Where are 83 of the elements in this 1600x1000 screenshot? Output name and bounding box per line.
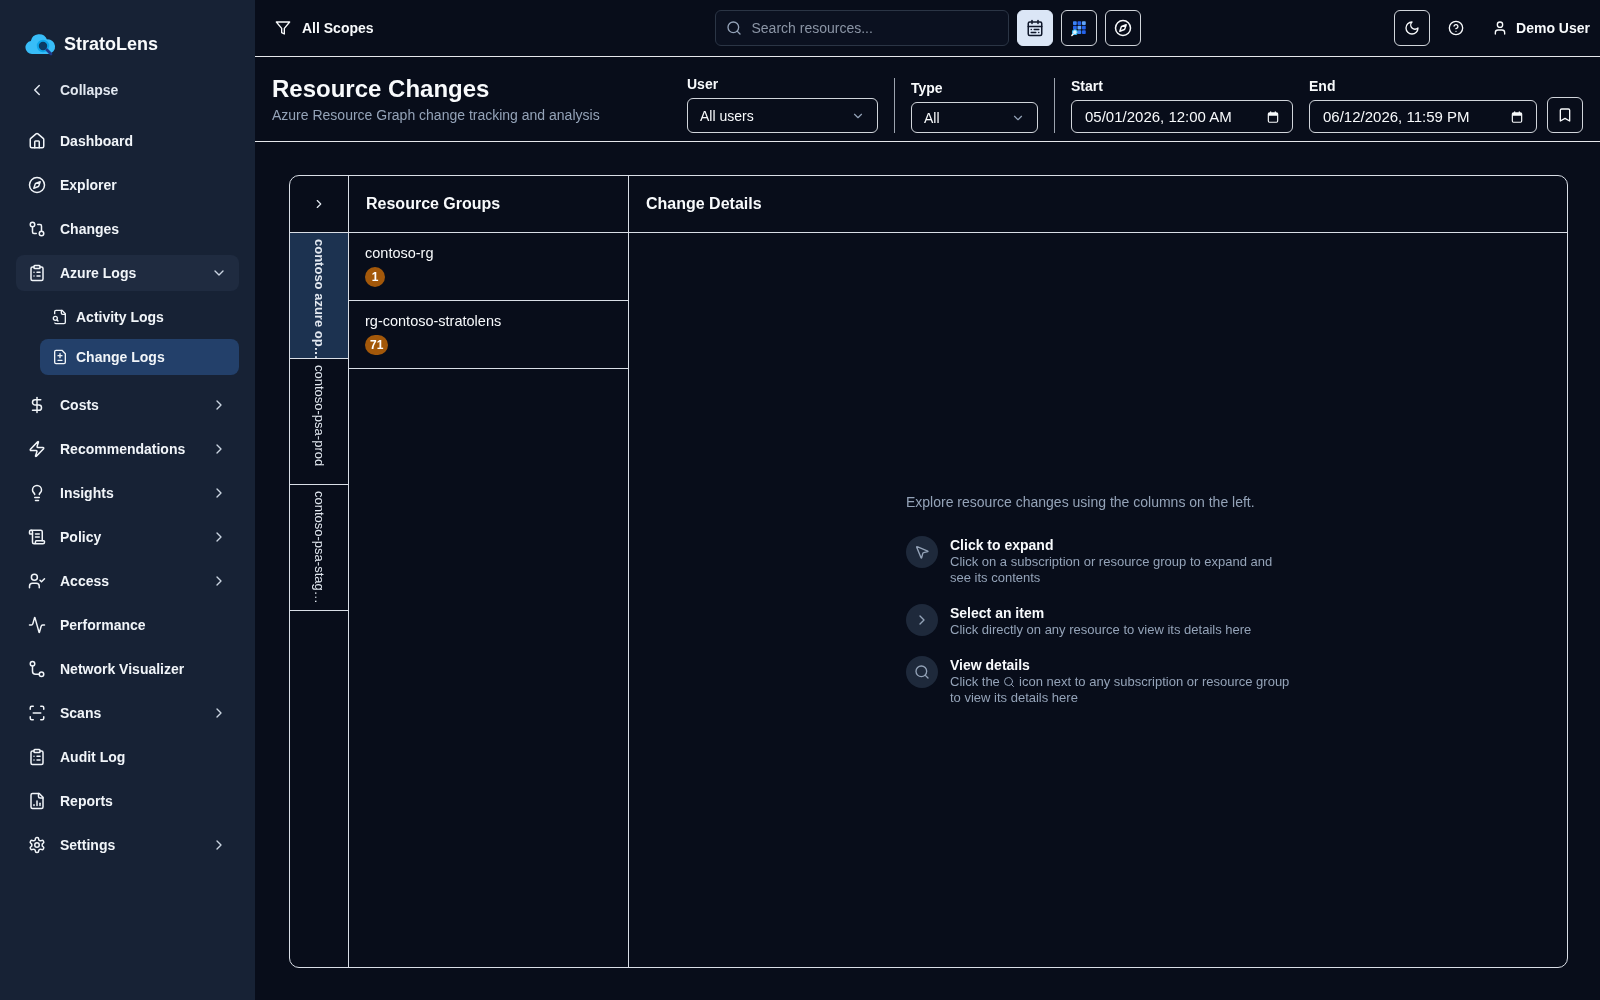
house-icon <box>28 132 46 150</box>
calendar-icon <box>1025 19 1044 37</box>
grid-magnifier-icon <box>1069 19 1088 37</box>
nav-item[interactable]: Policy <box>16 519 239 555</box>
select-field[interactable]: All <box>911 102 1038 133</box>
nav-item[interactable]: Recommendations <box>16 431 239 467</box>
lightning-icon <box>28 440 46 458</box>
tip-title: View details <box>950 656 1031 674</box>
compass-icon <box>28 176 46 194</box>
compass-button[interactable] <box>1104 10 1141 46</box>
page-subtitle: Azure Resource Graph change tracking and analysis <box>272 107 600 124</box>
resource-group-item[interactable]: contoso-rg 1 <box>349 233 628 301</box>
grid-button[interactable] <box>1060 10 1097 46</box>
calendar-button[interactable] <box>1016 10 1053 46</box>
nav-item[interactable]: Settings <box>16 827 239 863</box>
empty-state-text: Explore resource changes using the columns on the left. <box>906 494 1256 511</box>
cursor-icon <box>906 536 938 568</box>
nav-item[interactable]: Changes <box>16 211 239 247</box>
theme-toggle-button[interactable] <box>1394 10 1431 46</box>
file-diff-icon <box>52 349 68 365</box>
nav-item[interactable]: Azure Logs <box>16 255 239 291</box>
nav-item[interactable]: Access <box>16 563 239 599</box>
filter-icon <box>275 20 291 36</box>
column-title: Resource Groups <box>366 195 501 213</box>
nav-item[interactable]: Explorer <box>16 167 239 203</box>
clipboard-icon <box>28 748 46 766</box>
date-field[interactable]: 05/01/2026, 12:00 AM <box>1071 100 1293 133</box>
tip-title: Click to expand <box>950 536 1055 554</box>
count-badge: 1 <box>365 267 385 287</box>
tip-title: Select an item <box>950 604 1046 622</box>
git-compare-icon <box>28 220 46 238</box>
nav-item[interactable]: Audit Log <box>16 739 239 775</box>
user-menu-button[interactable]: Demo User <box>1482 10 1590 46</box>
search-icon <box>1003 676 1016 688</box>
scan-icon <box>28 704 46 722</box>
subscription-tab[interactable]: contoso-psa-stag… <box>290 485 348 611</box>
bookmark-button[interactable] <box>1547 97 1583 133</box>
bookmark-icon <box>1557 107 1573 123</box>
nav-item[interactable]: Costs <box>16 387 239 423</box>
select-field[interactable]: All users <box>687 98 878 133</box>
compass-icon <box>1113 19 1132 37</box>
search-icon <box>906 656 938 688</box>
count-badge: 71 <box>365 335 389 355</box>
resource-group-item[interactable]: rg-contoso-stratolens 71 <box>349 301 628 369</box>
file-search-icon <box>52 309 68 325</box>
nav-item[interactable]: Dashboard <box>16 123 239 159</box>
user-check-icon <box>28 572 46 590</box>
cloud-magnifier-icon <box>24 31 56 57</box>
date-field[interactable]: 06/12/2026, 11:59 PM <box>1309 100 1537 133</box>
search-icon <box>725 20 742 36</box>
tip-text: Click on a subscription or resource group to expand and see its contents <box>950 554 1274 586</box>
scroll-icon <box>28 528 46 546</box>
scope-filter-button[interactable]: All Scopes <box>275 10 374 46</box>
clipboard-icon <box>28 264 46 282</box>
nav-item[interactable]: Performance <box>16 607 239 643</box>
tip-text: Click directly on any resource to view its details here <box>950 622 1253 638</box>
filter-label: Start <box>1071 78 1104 95</box>
page-title: Resource Changes <box>272 74 491 103</box>
nav-subitem[interactable]: Change Logs <box>40 339 239 375</box>
moon-icon <box>1404 20 1421 36</box>
route-icon <box>28 660 46 678</box>
file-chart-icon <box>28 792 46 810</box>
filter-label: User <box>687 76 720 93</box>
tip-text: Click the icon next to any subscription or resource group to view its details here <box>950 674 1290 706</box>
nav-item[interactable]: Network Visualizer <box>16 651 239 687</box>
nav-item[interactable]: Reports <box>16 783 239 819</box>
subscription-tab[interactable]: contoso-psa-prod <box>290 359 348 485</box>
nav-subitem[interactable]: Activity Logs <box>40 299 239 335</box>
chevron-right-icon <box>906 604 938 636</box>
column-title: Change Details <box>646 195 762 213</box>
nav-item[interactable]: Insights <box>16 475 239 511</box>
collapse-button[interactable]: Collapse <box>16 72 131 108</box>
settings-icon <box>28 836 46 854</box>
pulse-icon <box>28 616 46 634</box>
calendar-icon <box>1266 109 1280 124</box>
filter-label: End <box>1309 78 1337 95</box>
subscription-tab[interactable]: contoso azure op… <box>290 233 348 359</box>
calendar-icon <box>1510 109 1524 124</box>
brand-name: StratoLens <box>64 33 159 55</box>
nav-item[interactable]: Scans <box>16 695 239 731</box>
help-icon <box>1448 20 1465 36</box>
filter-label: Type <box>911 80 944 97</box>
search-field[interactable]: Search resources... <box>714 10 1009 46</box>
